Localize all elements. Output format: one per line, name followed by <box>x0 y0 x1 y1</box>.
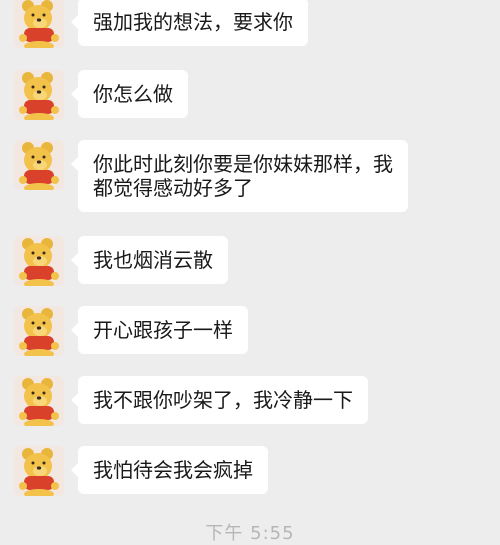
pooh-bear-icon[interactable] <box>14 0 64 48</box>
pooh-bear-icon[interactable] <box>14 236 64 286</box>
pooh-bear-icon[interactable] <box>14 376 64 426</box>
message-bubble[interactable]: 开心跟孩子一样 <box>71 306 248 354</box>
message-row: 开心跟孩子一样 <box>14 306 248 356</box>
message-bubble[interactable]: 我不跟你吵架了，我冷静一下 <box>71 376 368 424</box>
pooh-bear-icon[interactable] <box>14 306 64 356</box>
pooh-bear-icon[interactable] <box>14 70 64 120</box>
chat-message-list[interactable]: 强加我的想法，要求你 你怎么做 你此时此刻你要是你妹妹那样，我 都觉得感动好多了… <box>0 0 500 544</box>
message-row: 强加我的想法，要求你 <box>14 0 308 48</box>
message-bubble[interactable]: 我怕待会我会疯掉 <box>71 446 268 494</box>
message-row: 你此时此刻你要是你妹妹那样，我 都觉得感动好多了 <box>14 140 408 212</box>
chat-timestamp: 下午 5:55 <box>205 523 295 544</box>
message-row: 我也烟消云散 <box>14 236 228 286</box>
pooh-bear-icon[interactable] <box>14 140 64 190</box>
pooh-bear-icon[interactable] <box>14 446 64 496</box>
message-bubble[interactable]: 你此时此刻你要是你妹妹那样，我 都觉得感动好多了 <box>71 140 408 212</box>
message-row: 我不跟你吵架了，我冷静一下 <box>14 376 368 426</box>
message-bubble[interactable]: 我也烟消云散 <box>71 236 228 284</box>
message-row: 你怎么做 <box>14 70 188 120</box>
message-bubble[interactable]: 你怎么做 <box>71 70 188 118</box>
message-row: 我怕待会我会疯掉 <box>14 446 268 496</box>
message-bubble[interactable]: 强加我的想法，要求你 <box>71 0 308 46</box>
